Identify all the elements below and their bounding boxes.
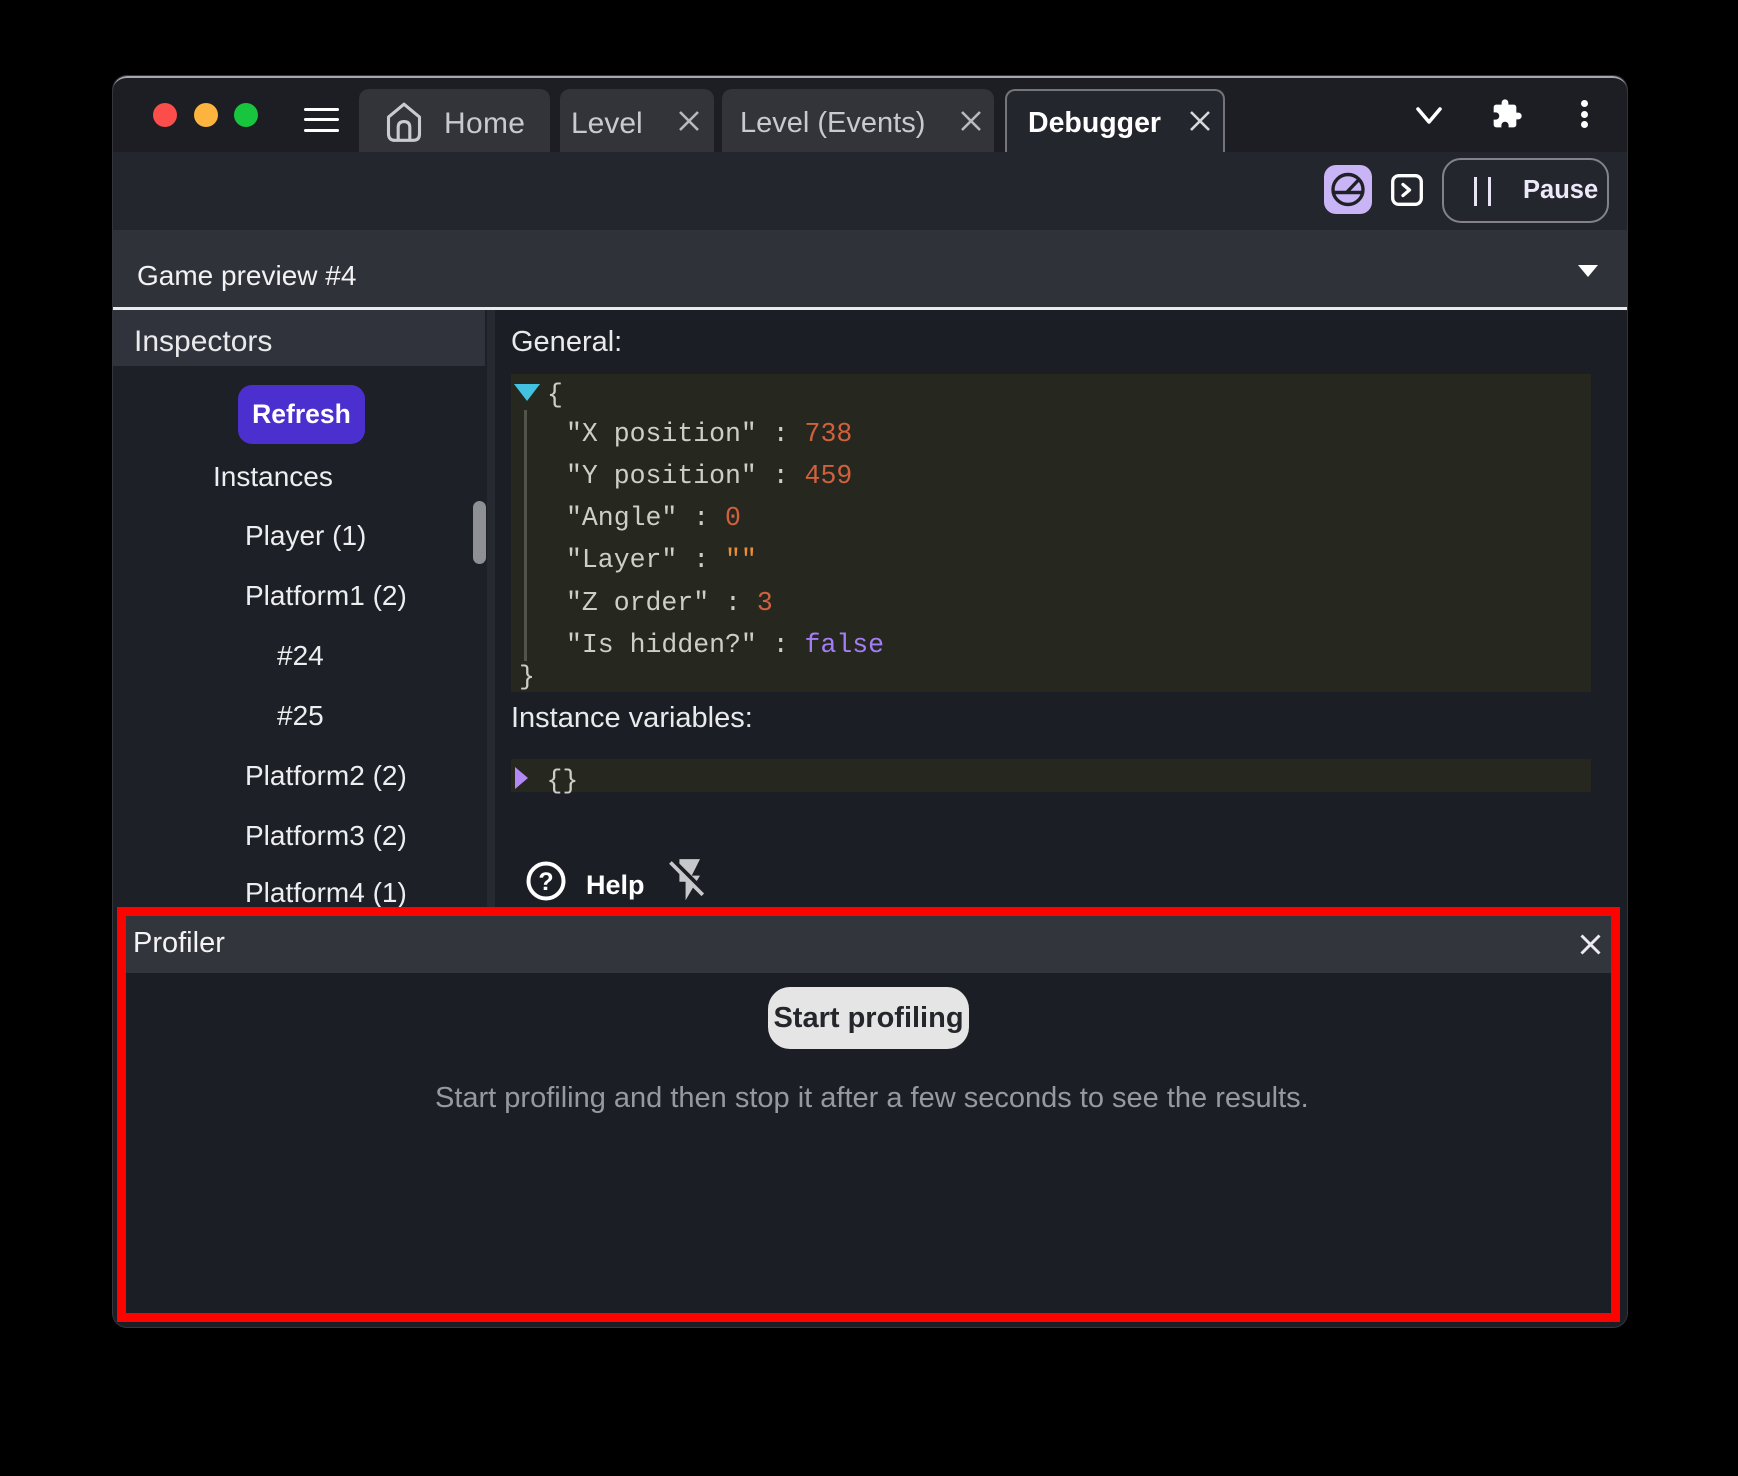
svg-text:?: ? [538, 868, 553, 896]
